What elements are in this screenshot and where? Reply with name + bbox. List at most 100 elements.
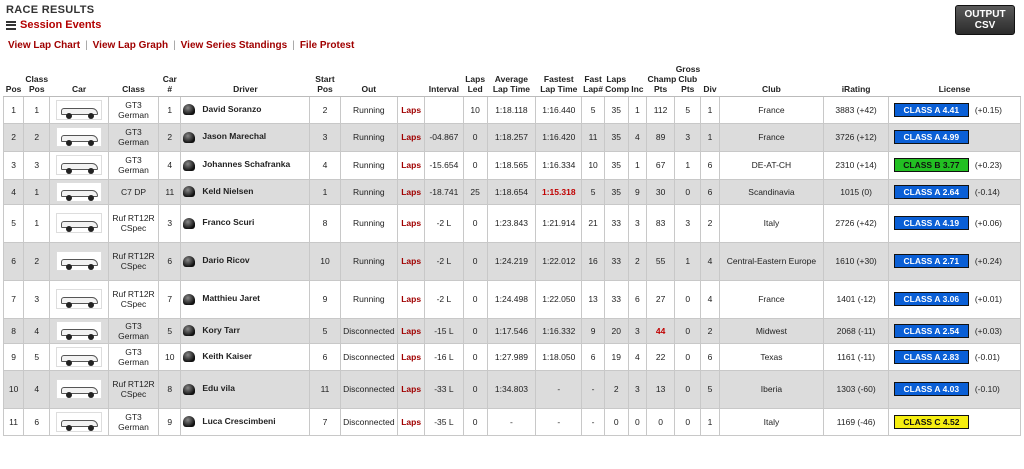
driver-name[interactable]: Edu vila [202,383,235,393]
car-image-cell [49,150,109,180]
irating-cell: 2310 (+14) [823,150,889,180]
laps-link[interactable]: Laps [397,407,426,436]
laps-link[interactable]: Laps [397,241,426,281]
car-number-cell: 5 [158,317,182,344]
output-csv-button[interactable]: OUTPUT CSV [955,5,1015,35]
laps-link[interactable]: Laps [397,150,426,180]
col-laps-comp: Laps Comp [604,62,629,97]
driver-cell[interactable]: Keith Kaiser [180,342,311,371]
div-cell: 1 [700,122,720,152]
driver-name[interactable]: Keld Nielsen [202,186,253,196]
results-body: 1 1 GT3 German 1 David Soranzo 2 Running Laps 10… [2,95,1022,436]
col-laps-link [397,62,425,97]
col-pos: Pos [3,62,24,97]
car-image-cell [49,203,109,243]
col-class-pos: Class Pos [23,62,50,97]
pos-cell: 3 [2,150,25,180]
driver-cell[interactable]: Jason Marechal [180,122,311,152]
club-cell: DE-AT-CH [718,150,825,180]
view-series-standings-link[interactable]: View Series Standings [181,40,288,51]
car-image-cell [49,241,109,281]
laps-led-cell: 0 [462,203,488,243]
average-lap-cell: 1:18.257 [486,122,537,152]
laps-link[interactable]: Laps [397,369,426,409]
license-cell: CLASS A 4.99 [887,122,1022,152]
driver-cell[interactable]: Edu vila [180,369,311,409]
license-delta: (-0.10) [974,384,1000,394]
driver-name[interactable]: Keith Kaiser [202,351,252,361]
interval-cell [424,95,464,124]
view-lap-graph-link[interactable]: View Lap Graph [93,40,168,51]
driver-cell[interactable]: Johannes Schafranka [180,150,311,180]
helmet-icon [183,351,196,363]
fast-lap-number-cell: 13 [581,279,605,319]
car-image-cell [49,95,109,124]
laps-link[interactable]: Laps [397,317,426,344]
driver-name[interactable]: Jason Marechal [202,131,266,141]
laps-link[interactable]: Laps [397,122,426,152]
champ-pts-cell: 55 [645,241,676,281]
average-lap-cell: 1:24.219 [486,241,537,281]
laps-comp-cell: 2 [603,369,629,409]
laps-comp-cell: 35 [603,178,629,205]
laps-link[interactable]: Laps [397,95,426,124]
driver-name[interactable]: Matthieu Jaret [202,293,260,303]
driver-name[interactable]: Franco Scuri [202,217,254,227]
car-image [56,379,103,399]
out-cell: Disconnected [339,369,399,409]
license-delta: (-0.14) [974,186,1000,197]
driver-cell[interactable]: Keld Nielsen [180,178,311,205]
pos-cell: 7 [2,279,25,319]
laps-link[interactable]: Laps [397,279,426,319]
laps-link[interactable]: Laps [397,342,426,371]
car-number-cell: 3 [158,203,182,243]
gross-club-pts-cell: 0 [674,279,702,319]
fast-lap-number-cell: 10 [581,150,605,180]
laps-link[interactable]: Laps [397,203,426,243]
driver-name[interactable]: Dario Ricov [202,255,249,265]
gross-club-pts-cell: 1 [674,241,702,281]
class-pos-cell: 4 [23,369,51,409]
car-number-cell: 2 [158,122,182,152]
driver-cell[interactable]: Dario Ricov [180,241,311,281]
driver-cell[interactable]: Franco Scuri [180,203,311,243]
col-laps-led: Laps Led [463,62,488,97]
pos-cell: 1 [2,95,25,124]
laps-led-cell: 0 [462,279,488,319]
driver-name[interactable]: David Soranzo [202,104,261,114]
class-pos-cell: 6 [23,407,51,436]
driver-cell[interactable]: Matthieu Jaret [180,279,311,319]
file-protest-link[interactable]: File Protest [300,40,354,51]
div-cell: 4 [700,279,720,319]
driver-name[interactable]: Luca Crescimbeni [202,416,275,426]
fast-lap-number-cell: - [581,369,605,409]
fastest-lap-cell: 1:16.420 [535,122,583,152]
license-badge: CLASS A 2.64 [893,184,969,199]
driver-name[interactable]: Johannes Schafranka [202,159,290,169]
laps-comp-cell: 35 [603,122,629,152]
session-events-link[interactable]: Session Events [6,19,101,31]
fast-lap-number-cell: 5 [581,95,605,124]
fastest-lap-cell: 1:21.914 [535,203,583,243]
club-cell: Central-Eastern Europe [718,241,825,281]
driver-cell[interactable]: Luca Crescimbeni [180,407,311,436]
driver-name[interactable]: Kory Tarr [202,325,240,335]
driver-cell[interactable]: Kory Tarr [180,317,311,344]
laps-link[interactable]: Laps [397,178,426,205]
car-image [56,411,103,432]
champ-pts-cell: 112 [645,95,676,124]
laps-led-cell: 25 [462,178,488,205]
license-delta: (+0.15) [974,104,1003,115]
inc-cell: 6 [627,279,647,319]
car-image [56,99,103,120]
class-pos-cell: 1 [23,95,51,124]
col-car: Car [49,62,109,97]
view-lap-chart-link[interactable]: View Lap Chart [8,40,80,51]
driver-cell[interactable]: David Soranzo [180,95,311,124]
license-badge: CLASS A 2.54 [893,323,969,338]
average-lap-cell: 1:34.803 [486,369,537,409]
irating-cell: 2068 (-11) [823,317,889,344]
fastest-lap-cell: - [535,407,583,436]
champ-pts-cell: 83 [645,203,676,243]
license-badge: CLASS A 4.19 [893,216,969,230]
